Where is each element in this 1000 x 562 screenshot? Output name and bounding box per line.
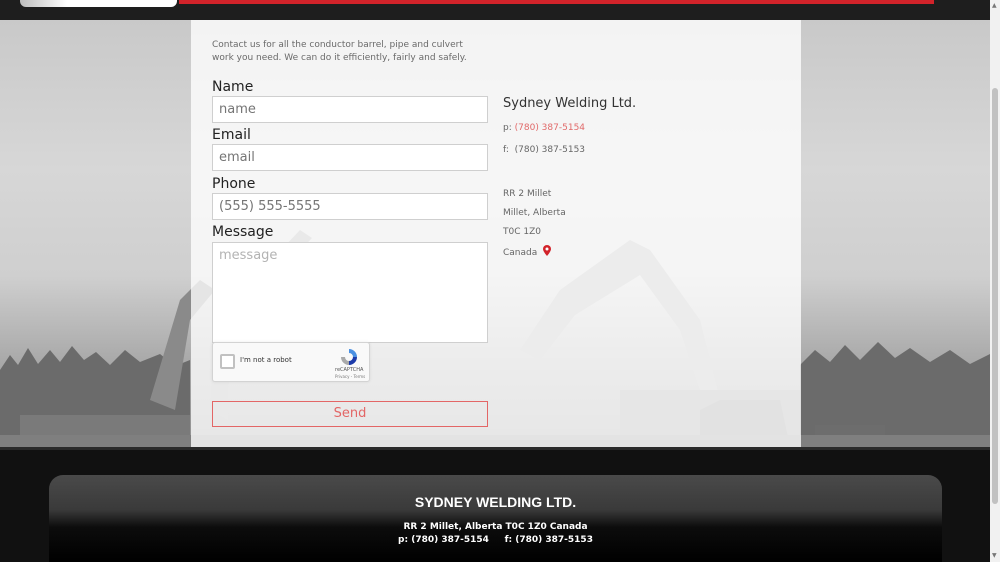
address-country: Canada xyxy=(503,248,538,258)
name-label: Name xyxy=(212,79,254,95)
scrollbar-thumb[interactable] xyxy=(992,88,998,504)
phone-label: Phone xyxy=(212,176,256,192)
footer-contact: p: (780) 387-5154 f: (780) 387-5153 xyxy=(398,535,593,545)
footer-address: RR 2 Millet, Alberta T0C 1Z0 Canada xyxy=(403,522,588,532)
email-input[interactable] xyxy=(212,144,488,171)
map-pin-icon[interactable] xyxy=(543,245,552,256)
contact-panel xyxy=(191,20,801,447)
header-accent-line xyxy=(179,0,934,4)
scroll-up-icon[interactable]: ▲ xyxy=(992,2,997,9)
phone-prefix: p: xyxy=(503,123,512,133)
recaptcha-logo-icon xyxy=(341,349,357,365)
company-fax: f: (780) 387-5153 xyxy=(503,145,585,155)
message-textarea[interactable]: message xyxy=(212,242,488,343)
scroll-down-icon[interactable]: ▼ xyxy=(992,552,997,559)
name-input[interactable] xyxy=(212,96,488,123)
top-header xyxy=(0,0,990,20)
recaptcha-widget: I'm not a robot reCAPTCHA Privacy - Term… xyxy=(212,342,370,382)
phone-link[interactable]: (780) 387-5154 xyxy=(515,123,585,133)
phone-input[interactable] xyxy=(212,193,488,220)
footer-title: SYDNEY WELDING LTD. xyxy=(414,494,577,510)
address-postal: T0C 1Z0 xyxy=(503,227,541,237)
email-label: Email xyxy=(212,127,251,143)
intro-text: Contact us for all the conductor barrel,… xyxy=(212,40,467,63)
scrollbar[interactable]: ▲ ▼ xyxy=(990,0,1000,562)
recaptcha-terms-link[interactable]: Privacy - Terms xyxy=(335,374,365,379)
company-phone: p: (780) 387-5154 xyxy=(503,123,585,133)
recaptcha-label: I'm not a robot xyxy=(240,356,292,364)
footer-card xyxy=(49,475,942,562)
fax-number: (780) 387-5153 xyxy=(514,145,586,155)
recaptcha-checkbox[interactable] xyxy=(220,354,235,369)
address-line1: RR 2 Millet xyxy=(503,189,552,199)
send-button[interactable]: Send xyxy=(212,401,488,427)
address-country-row: Canada xyxy=(503,245,552,258)
fax-prefix: f: xyxy=(503,145,509,155)
logo-tab[interactable] xyxy=(20,0,177,7)
address-line2: Millet, Alberta xyxy=(503,208,566,218)
message-label: Message xyxy=(212,224,274,240)
company-name: Sydney Welding Ltd. xyxy=(503,96,637,111)
recaptcha-brand: reCAPTCHA xyxy=(335,367,364,373)
